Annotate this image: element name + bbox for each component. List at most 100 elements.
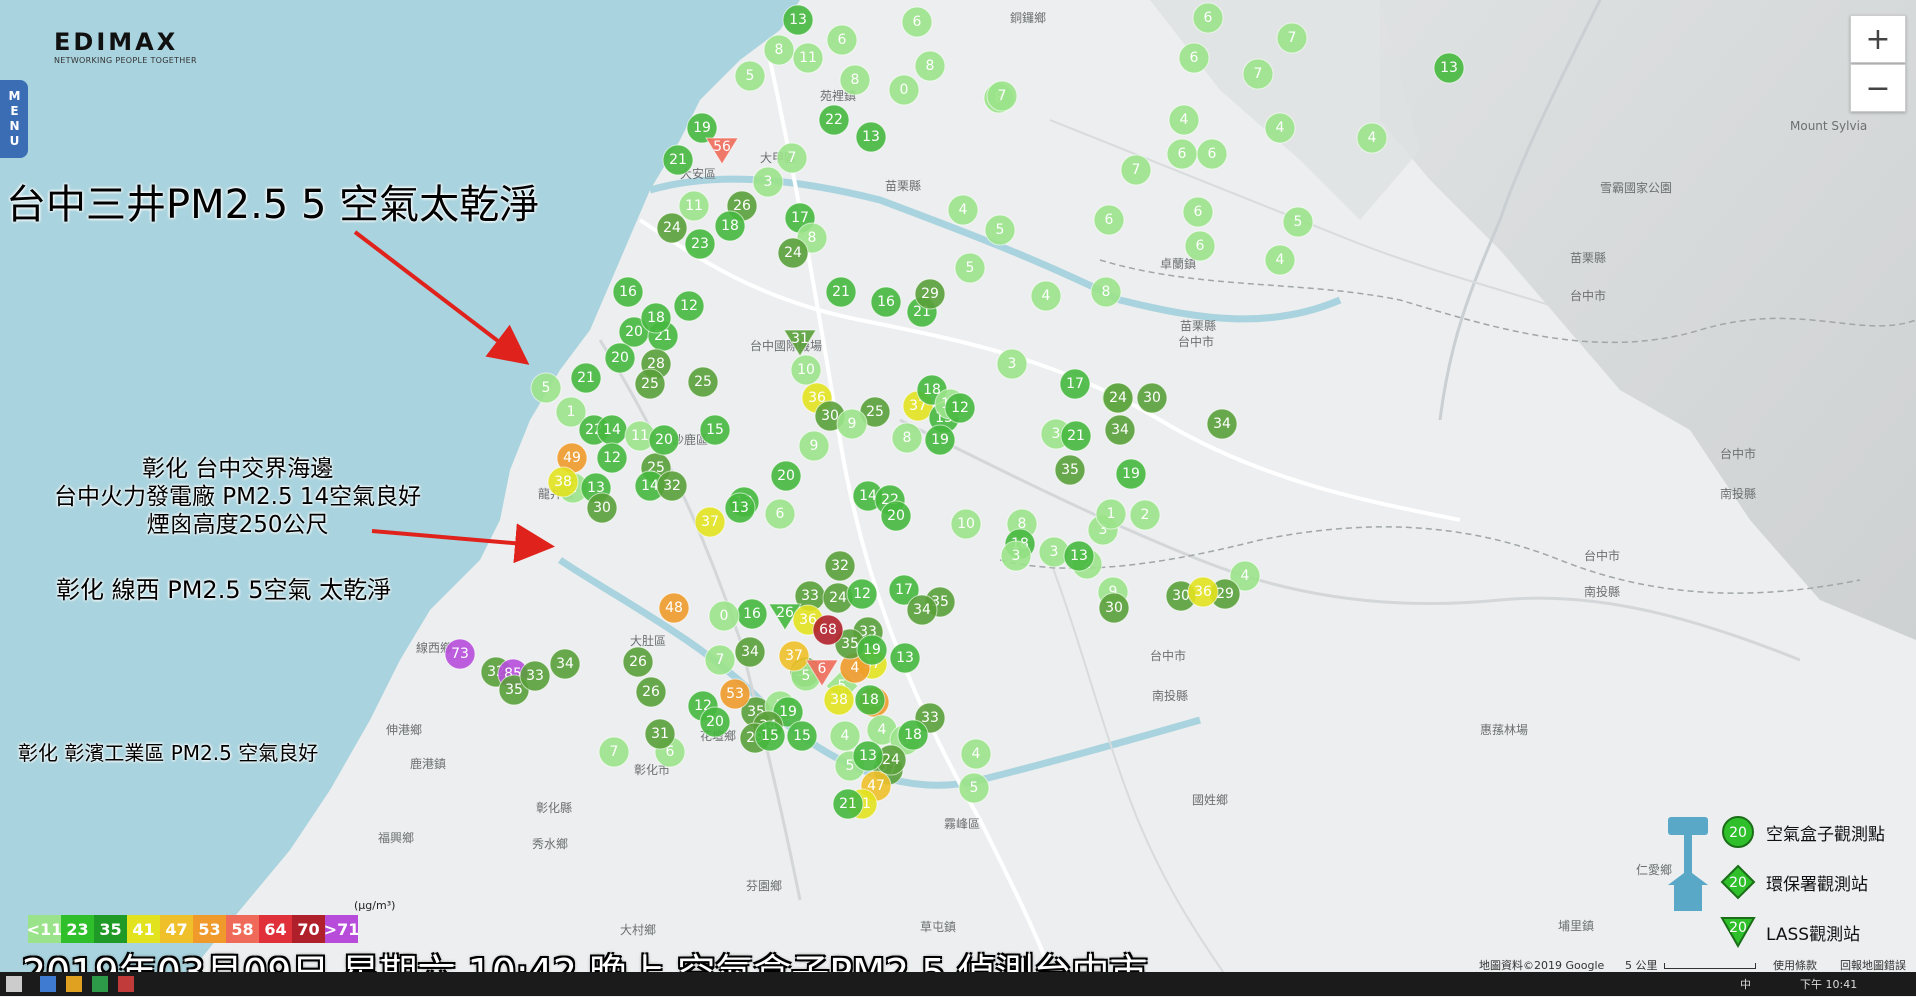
station-marker[interactable]: 13 — [852, 740, 884, 772]
station-marker[interactable]: 16 — [612, 276, 644, 308]
station-marker[interactable]: 38 — [547, 466, 579, 498]
station-marker[interactable]: 21 — [832, 788, 864, 820]
station-marker[interactable]: 13 — [724, 492, 756, 524]
station-marker[interactable]: 20 — [604, 342, 636, 374]
station-marker[interactable]: 6 — [1192, 2, 1224, 34]
station-marker[interactable]: 9 — [836, 408, 868, 440]
station-marker[interactable]: 48 — [658, 592, 690, 624]
station-marker[interactable]: 4 — [829, 720, 861, 752]
station-marker[interactable]: 13 — [1063, 540, 1095, 572]
station-marker[interactable]: 34 — [1206, 408, 1238, 440]
station-marker[interactable]: 7 — [986, 80, 1018, 112]
station-marker[interactable]: 8 — [1090, 276, 1122, 308]
station-marker[interactable]: 53 — [719, 678, 751, 710]
station-marker[interactable]: 4 — [1264, 112, 1296, 144]
taskbar-app-icon[interactable] — [40, 976, 56, 992]
station-marker[interactable]: 9 — [798, 430, 830, 462]
station-marker[interactable]: 20 — [699, 706, 731, 738]
station-marker[interactable]: 26 — [622, 646, 654, 678]
station-marker[interactable]: 8 — [763, 34, 795, 66]
station-marker[interactable]: 5 — [1282, 206, 1314, 238]
station-marker[interactable]: 73 — [444, 638, 476, 670]
station-marker[interactable]: 13 — [1433, 52, 1465, 84]
station-marker[interactable]: 34 — [906, 594, 938, 626]
station-marker[interactable]: 29 — [914, 278, 946, 310]
station-marker[interactable]: 25 — [634, 368, 666, 400]
station-marker[interactable]: 13 — [855, 121, 887, 153]
station-marker[interactable]: 11 — [792, 42, 824, 74]
station-marker[interactable]: 15 — [754, 720, 786, 752]
station-marker[interactable]: 6 — [764, 498, 796, 530]
clock[interactable]: 下午 10:41 — [1800, 976, 1857, 992]
station-marker[interactable]: 6 — [1182, 196, 1214, 228]
station-marker[interactable]: 32 — [824, 550, 856, 582]
start-icon[interactable] — [6, 976, 22, 992]
station-marker[interactable]: 19 — [856, 634, 888, 666]
station-marker[interactable]: 5 — [958, 772, 990, 804]
station-marker[interactable]: 18 — [897, 719, 929, 751]
station-marker[interactable]: 18 — [714, 210, 746, 242]
station-marker[interactable]: 13 — [889, 642, 921, 674]
zoom-in-button[interactable]: + — [1850, 15, 1906, 63]
terms-link[interactable]: 使用條款 — [1773, 957, 1817, 973]
station-marker[interactable]: 24 — [656, 212, 688, 244]
station-marker[interactable]: 5 — [734, 60, 766, 92]
station-marker[interactable]: 16 — [870, 286, 902, 318]
station-marker[interactable]: 6 — [826, 24, 858, 56]
station-marker[interactable]: 12 — [596, 442, 628, 474]
station-marker[interactable]: 5 — [984, 214, 1016, 246]
station-marker[interactable]: 4 — [947, 194, 979, 226]
station-marker[interactable]: 4 — [1030, 280, 1062, 312]
station-marker[interactable]: 0 — [708, 600, 740, 632]
ime-indicator[interactable]: 中 — [1740, 976, 1751, 992]
station-marker[interactable]: 20 — [770, 460, 802, 492]
station-marker[interactable]: 30 — [1136, 382, 1168, 414]
station-marker[interactable]: 7 — [1276, 22, 1308, 54]
station-marker[interactable]: 6 — [1093, 204, 1125, 236]
station-marker[interactable]: 37 — [778, 640, 810, 672]
station-marker[interactable]: 1 — [1095, 498, 1127, 530]
station-marker[interactable]: 6 — [901, 6, 933, 38]
station-marker[interactable]: 35 — [1054, 454, 1086, 486]
station-marker[interactable]: 22 — [818, 104, 850, 136]
taskbar-app-icon[interactable] — [66, 976, 82, 992]
station-marker[interactable]: 34 — [1104, 414, 1136, 446]
station-marker[interactable]: 10 — [790, 354, 822, 386]
station-marker[interactable]: 7 — [776, 142, 808, 174]
station-marker[interactable]: 4 — [1168, 104, 1200, 136]
station-marker[interactable]: 6 — [1196, 138, 1228, 170]
station-marker[interactable]: 12 — [944, 392, 976, 424]
station-marker[interactable]: 33 — [519, 660, 551, 692]
station-marker[interactable]: 30 — [586, 492, 618, 524]
station-marker[interactable]: 34 — [549, 648, 581, 680]
station-marker[interactable]: 7 — [1120, 154, 1152, 186]
station-marker[interactable]: 31 — [644, 718, 676, 750]
station-marker[interactable]: 6 — [1184, 230, 1216, 262]
station-marker[interactable]: 3 — [996, 348, 1028, 380]
station-marker[interactable]: 2 — [1129, 499, 1161, 531]
station-marker[interactable]: 5 — [530, 372, 562, 404]
station-marker[interactable]: 4 — [1356, 122, 1388, 154]
station-marker[interactable]: 6 — [1166, 138, 1198, 170]
taskbar-app-icon[interactable] — [92, 976, 108, 992]
station-marker[interactable]: 18 — [854, 684, 886, 716]
station-marker[interactable]: 68 — [812, 614, 844, 646]
station-marker[interactable]: 12 — [673, 290, 705, 322]
station-marker[interactable]: 24 — [1102, 382, 1134, 414]
station-marker[interactable]: 15 — [699, 414, 731, 446]
station-marker[interactable]: 3 — [752, 166, 784, 198]
station-marker[interactable]: 4 — [1264, 244, 1296, 276]
station-marker[interactable]: 8 — [891, 422, 923, 454]
station-marker[interactable]: 11 — [678, 190, 710, 222]
station-marker[interactable]: 19 — [1115, 458, 1147, 490]
report-error-link[interactable]: 回報地圖錯誤 — [1840, 957, 1906, 973]
station-marker[interactable]: 26 — [635, 676, 667, 708]
station-marker[interactable]: 13 — [782, 4, 814, 36]
station-marker[interactable]: 20 — [648, 424, 680, 456]
station-marker[interactable]: 7 — [704, 644, 736, 676]
station-marker[interactable]: 21 — [570, 362, 602, 394]
station-marker[interactable]: 15 — [786, 720, 818, 752]
station-marker[interactable]: 37 — [694, 506, 726, 538]
station-marker[interactable]: 18 — [640, 302, 672, 334]
station-marker[interactable]: 0 — [888, 74, 920, 106]
